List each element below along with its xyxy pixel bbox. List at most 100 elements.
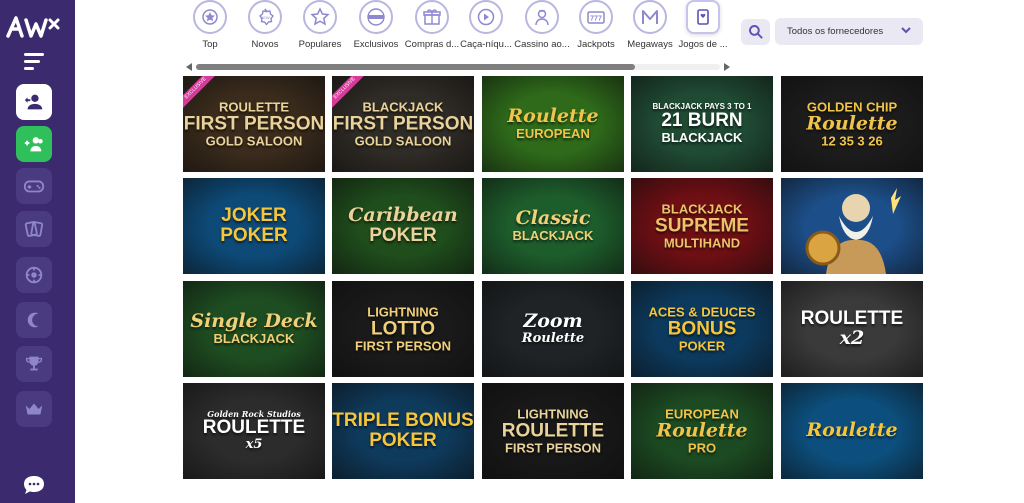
crown-icon[interactable] [16, 391, 52, 427]
game-title-line: Roulette [656, 419, 748, 442]
game-title-line: POKER [369, 430, 437, 451]
game-title: BLACKJACK FIRST PERSON GOLD SALOON [332, 100, 474, 147]
gamepad-icon[interactable] [16, 168, 52, 204]
category-label: Caça-níqu... [460, 39, 512, 50]
category-label: Jogos de ... [678, 39, 728, 50]
game-title: Golden Rock Studios ROULETTE x5 [183, 410, 325, 452]
svg-text:NEW: NEW [260, 15, 270, 20]
category-jogos-de[interactable]: Jogos de ... [672, 0, 734, 56]
scroll-right-arrow[interactable] [724, 63, 730, 71]
game-tile[interactable]: Classic BLACKJACK [482, 178, 624, 274]
game-title-line: BLACKJACK [661, 130, 743, 146]
game-tile[interactable] [781, 178, 923, 274]
game-title-line: Single Deck [190, 310, 318, 333]
category-label: Jackpots [577, 39, 615, 50]
search-button[interactable] [741, 19, 770, 45]
game-tile[interactable]: ACES & DEUCES BONUS POKER [631, 281, 773, 377]
game-title-line: LIGHTNING [367, 304, 439, 320]
game-tile[interactable]: Roulette [781, 383, 923, 479]
game-title-line: ROULETTE [501, 420, 605, 442]
category-label: Top [202, 39, 218, 50]
game-title-line: x2 [839, 327, 865, 349]
game-title: ACES & DEUCES BONUS POKER [631, 305, 773, 352]
category-label: Novos [251, 39, 279, 50]
game-title: LIGHTNING ROULETTE FIRST PERSON [482, 407, 624, 454]
game-title-line: BLACKJACK [213, 331, 295, 347]
game-title: TRIPLE BONUS POKER [332, 411, 474, 451]
dealer-icon [535, 9, 549, 26]
chat-icon[interactable] [22, 474, 46, 496]
game-title-line: FIRST PERSON [183, 113, 325, 135]
category-novos[interactable]: NEW Novos [234, 0, 296, 56]
game-title: Classic BLACKJACK [482, 208, 624, 243]
gift-icon [423, 9, 441, 25]
user-switch-icon[interactable] [16, 84, 52, 120]
game-title: EUROPEAN Roulette PRO [631, 407, 773, 454]
category-exclusivos[interactable]: Exclusivos [345, 0, 407, 56]
game-tile[interactable]: Golden Rock Studios ROULETTE x5 [183, 383, 325, 479]
category-compras-d[interactable]: Compras d... [401, 0, 463, 56]
game-tile[interactable]: EXCLUSIVE ROULETTE FIRST PERSON GOLD SALOON [183, 76, 325, 172]
star-badge-icon [202, 9, 218, 25]
game-tile[interactable]: ROULETTE x2 [781, 281, 923, 377]
site-logo[interactable] [6, 14, 62, 40]
category-label: Exclusivos [353, 39, 399, 50]
game-tile[interactable]: EUROPEAN Roulette PRO [631, 383, 773, 479]
category-scroll-thumb[interactable] [196, 64, 635, 70]
provider-select-value: Todos os fornecedores [787, 26, 884, 37]
game-title-line: Caribbean [348, 204, 458, 227]
category-cassino-ao[interactable]: Cassino ao... [511, 0, 573, 56]
search-icon [748, 25, 763, 39]
game-title: LIGHTNING LOTTO FIRST PERSON [332, 305, 474, 352]
svg-text:777: 777 [590, 16, 602, 23]
game-title-line: GOLD SALOON [205, 132, 303, 148]
game-title: ROULETTE x2 [781, 309, 923, 349]
game-tile[interactable]: TRIPLE BONUS POKER [332, 383, 474, 479]
game-tile[interactable]: LIGHTNING ROULETTE FIRST PERSON [482, 383, 624, 479]
category-top[interactable]: Top [179, 0, 241, 56]
game-title: BLACKJACK SUPREME MULTIHAND [631, 202, 773, 249]
category-populares[interactable]: Populares [289, 0, 351, 56]
game-tile[interactable]: LIGHTNING LOTTO FIRST PERSON [332, 281, 474, 377]
category-jackpots[interactable]: 777 Jackpots [565, 0, 627, 56]
game-tile[interactable]: EXCLUSIVE BLACKJACK FIRST PERSON GOLD SALOO… [332, 76, 474, 172]
game-tile[interactable]: Single Deck BLACKJACK [183, 281, 325, 377]
scroll-left-arrow[interactable] [186, 63, 192, 71]
crescent-icon[interactable] [16, 302, 52, 338]
game-title-line: JOKER [221, 205, 287, 227]
game-title-line: ACES & DEUCES [648, 304, 756, 320]
game-title-line: POKER [369, 225, 437, 246]
chevron-down-icon [901, 27, 911, 34]
category-ca-a-n-qu[interactable]: Caça-níqu... [455, 0, 517, 56]
game-title-line: TRIPLE BONUS [332, 410, 474, 432]
game-title: Caribbean POKER [332, 204, 474, 246]
game-tile[interactable]: BLACKJACK SUPREME MULTIHAND [631, 178, 773, 274]
trophy-icon[interactable] [16, 346, 52, 382]
users-add-icon[interactable] [16, 126, 52, 162]
game-title-line: FIRST PERSON [504, 439, 602, 455]
provider-select[interactable]: Todos os fornecedores [775, 18, 923, 45]
game-title-line: GOLD SALOON [354, 132, 452, 148]
game-tile[interactable]: Caribbean POKER [332, 178, 474, 274]
game-tile[interactable]: BLACKJACK PAYS 3 TO 1 21 BURN BLACKJACK [631, 76, 773, 172]
game-title-line: Roulette [507, 105, 599, 128]
game-title-line: 21 BURN [661, 110, 743, 132]
category-label: Cassino ao... [514, 39, 570, 50]
game-tile[interactable]: Zoom Roulette [482, 281, 624, 377]
game-title-line: LIGHTNING [517, 406, 589, 422]
game-tile[interactable]: GOLDEN CHIP Roulette 12 35 3 26 [781, 76, 923, 172]
game-title-line: POKER [678, 337, 726, 353]
game-title-line: EUROPEAN [516, 126, 590, 142]
menu-toggle-icon[interactable] [24, 53, 46, 70]
game-title-line: PRO [687, 439, 717, 455]
game-title: BLACKJACK PAYS 3 TO 1 21 BURN BLACKJACK [631, 102, 773, 146]
chip-icon[interactable] [16, 257, 52, 293]
game-title-line: Roulette [806, 419, 898, 442]
game-tile[interactable]: JOKER POKER [183, 178, 325, 274]
game-title-line: BLACKJACK [362, 99, 444, 115]
game-title-line: BLACKJACK [661, 201, 743, 217]
game-tile[interactable]: Roulette EUROPEAN [482, 76, 624, 172]
cards-icon[interactable] [16, 211, 52, 247]
game-title-line: FIRST PERSON [354, 337, 452, 353]
exclusive-badge-icon [367, 8, 385, 26]
